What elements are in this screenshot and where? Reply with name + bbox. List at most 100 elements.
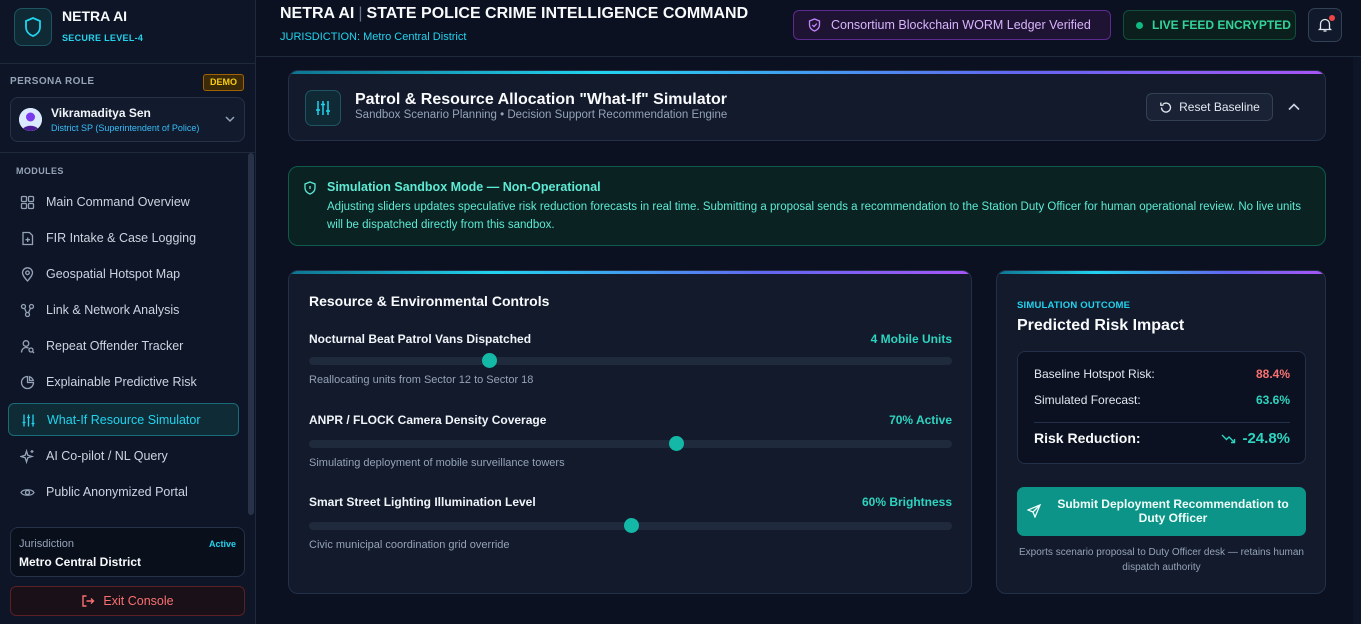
simulated-forecast-label: Simulated Forecast:: [1034, 393, 1141, 407]
nav-item-repeat-offender-tracker[interactable]: Repeat Offender Tracker: [8, 330, 239, 363]
slider-hint: Civic municipal coordination grid overri…: [309, 539, 510, 551]
notice-title: Simulation Sandbox Mode — Non-Operationa…: [327, 180, 601, 194]
outcome-label: SIMULATION OUTCOME: [1017, 300, 1131, 311]
slider-hint: Simulating deployment of mobile surveill…: [309, 457, 565, 469]
nav-label: FIR Intake & Case Logging: [46, 231, 197, 245]
submit-recommendation-button[interactable]: Submit Deployment Recommendation to Duty…: [1017, 487, 1306, 536]
jurisdiction-label: Jurisdiction: [19, 538, 75, 550]
nav-label: Public Anonymized Portal: [46, 485, 188, 499]
nav-item-explainable-predictive-risk[interactable]: Explainable Predictive Risk: [8, 366, 239, 399]
map-pin-icon: [21, 267, 34, 282]
ledger-verified-badge: Consortium Blockchain WORM Ledger Verifi…: [793, 10, 1111, 40]
trending-down-icon: [1221, 434, 1236, 443]
main-scrollbar[interactable]: [1353, 57, 1361, 624]
nav-item-public-anonymized-portal[interactable]: Public Anonymized Portal: [8, 476, 239, 509]
controls-title: Resource & Environmental Controls: [309, 293, 550, 309]
exit-console-label: Exit Console: [103, 594, 174, 608]
notification-dot: [1329, 15, 1335, 21]
gradient-accent-line: [289, 271, 971, 274]
nav-item-ai-copilot[interactable]: AI Co-pilot / NL Query: [8, 440, 239, 473]
security-level: SECURE LEVEL-4: [62, 33, 144, 43]
sliders-icon: [22, 414, 35, 427]
nav-label: Repeat Offender Tracker: [46, 339, 184, 353]
jurisdiction-subtitle: JURISDICTION: Metro Central District: [280, 31, 467, 43]
chevron-up-icon[interactable]: [1285, 98, 1303, 116]
brand-name: NETRA AI: [62, 8, 128, 24]
shield-check-icon: [808, 18, 821, 32]
slider-track[interactable]: [309, 357, 952, 365]
avatar: [19, 108, 42, 131]
risk-reduction-value-wrap: -24.8%: [1221, 430, 1290, 447]
logout-icon: [82, 595, 95, 607]
nav-item-what-if-resource-simulator[interactable]: What-If Resource Simulator: [8, 403, 239, 436]
nav-item-geospatial-hotspot-map[interactable]: Geospatial Hotspot Map: [8, 258, 239, 291]
notice-text: Adjusting sliders updates speculative ri…: [327, 201, 1301, 231]
sliders-icon: [305, 90, 341, 126]
sidebar: NETRA AI SECURE LEVEL-4 PERSONA ROLE DEM…: [0, 0, 256, 624]
live-dot-icon: [1136, 21, 1143, 29]
top-header: NETRA AI | STATE POLICE CRIME INTELLIGENCE…: [256, 0, 1361, 57]
risk-reduction-label: Risk Reduction:: [1034, 430, 1141, 446]
reset-baseline-button[interactable]: Reset Baseline: [1146, 93, 1273, 121]
slider-thumb[interactable]: [623, 518, 639, 533]
simulated-forecast-value: 63.6%: [1255, 393, 1290, 407]
demo-badge: DEMO: [203, 74, 244, 91]
sidebar-scrollbar[interactable]: [248, 153, 254, 515]
jurisdiction-card: Jurisdiction Metro Central District Acti…: [10, 527, 245, 577]
persona-selector[interactable]: Vikramaditya Sen District SP (Superinten…: [10, 97, 245, 142]
submit-recommendation-label: Submit Deployment Recommendation to Duty…: [1057, 497, 1289, 525]
nav-label: Main Command Overview: [46, 195, 190, 209]
risk-reduction-value: -24.8%: [1242, 430, 1290, 447]
eye-icon: [20, 489, 35, 496]
camera-density-slider: ANPR / FLOCK Camera Density Coverage 70%…: [309, 413, 952, 483]
simulator-header-card: Patrol & Resource Allocation "What-If" S…: [288, 70, 1326, 141]
risk-stats-panel: Baseline Hotspot Risk: 88.4% Simulated F…: [1017, 351, 1306, 464]
live-feed-badge: LIVE FEED ENCRYPTED: [1123, 10, 1296, 40]
chart-icon: [20, 375, 35, 390]
outcome-title: Predicted Risk Impact: [1017, 317, 1185, 334]
persona-role: District SP (Superintendent of Police): [51, 123, 200, 133]
ledger-text: Consortium Blockchain WORM Ledger Verifi…: [831, 18, 1091, 32]
baseline-risk-value: 88.4%: [1255, 367, 1290, 381]
resource-controls-card: Resource & Environmental Controls Noctur…: [288, 270, 972, 594]
slider-value: 60% Brightness: [861, 495, 952, 509]
rotate-ccw-icon: [1160, 101, 1172, 113]
street-lighting-slider: Smart Street Lighting Illumination Level…: [309, 495, 952, 565]
gradient-accent-line: [997, 271, 1325, 274]
simulator-title: Patrol & Resource Allocation "What-If" S…: [355, 91, 727, 108]
divider: [1034, 422, 1290, 423]
nav-label: Link & Network Analysis: [46, 303, 180, 317]
slider-label: Nocturnal Beat Patrol Vans Dispatched: [309, 332, 532, 346]
shield-logo-icon: [14, 8, 52, 46]
slider-track[interactable]: [309, 440, 952, 448]
slider-thumb[interactable]: [482, 353, 498, 368]
nav-item-main-command-overview[interactable]: Main Command Overview: [8, 186, 239, 219]
slider-thumb[interactable]: [668, 436, 684, 451]
reset-baseline-label: Reset Baseline: [1179, 100, 1260, 114]
slider-label: ANPR / FLOCK Camera Density Coverage: [309, 413, 547, 427]
slider-value: 70% Active: [889, 413, 952, 427]
slider-hint: Reallocating units from Sector 12 to Sec…: [309, 374, 534, 386]
notifications-button[interactable]: [1308, 8, 1342, 42]
exit-console-button[interactable]: Exit Console: [10, 586, 245, 616]
network-icon: [20, 303, 35, 318]
title-brand: NETRA AI: [280, 5, 355, 22]
slider-value: 4 Mobile Units: [870, 332, 952, 346]
nav-item-link-network-analysis[interactable]: Link & Network Analysis: [8, 294, 239, 327]
title-separator: |: [358, 5, 363, 22]
simulation-outcome-card: SIMULATION OUTCOME Predicted Risk Impact…: [996, 270, 1326, 594]
sparkles-icon: [20, 449, 35, 464]
gradient-accent-line: [289, 71, 1325, 74]
shield-icon: [304, 181, 316, 195]
user-search-icon: [20, 340, 35, 354]
nav-label: AI Co-pilot / NL Query: [46, 449, 168, 463]
nav-item-fir-intake[interactable]: FIR Intake & Case Logging: [8, 222, 239, 255]
patrol-vans-slider: Nocturnal Beat Patrol Vans Dispatched 4 …: [309, 332, 952, 402]
title-command: STATE POLICE CRIME INTELLIGENCE COMMAND: [366, 5, 749, 22]
jurisdiction-status: Active: [208, 539, 236, 549]
slider-label: Smart Street Lighting Illumination Level: [309, 495, 536, 509]
persona-role-label: PERSONA ROLE: [10, 76, 95, 87]
send-icon: [1027, 504, 1041, 518]
dispatch-authority-note: Exports scenario proposal to Duty Office…: [1019, 547, 1304, 573]
file-plus-icon: [22, 231, 34, 246]
